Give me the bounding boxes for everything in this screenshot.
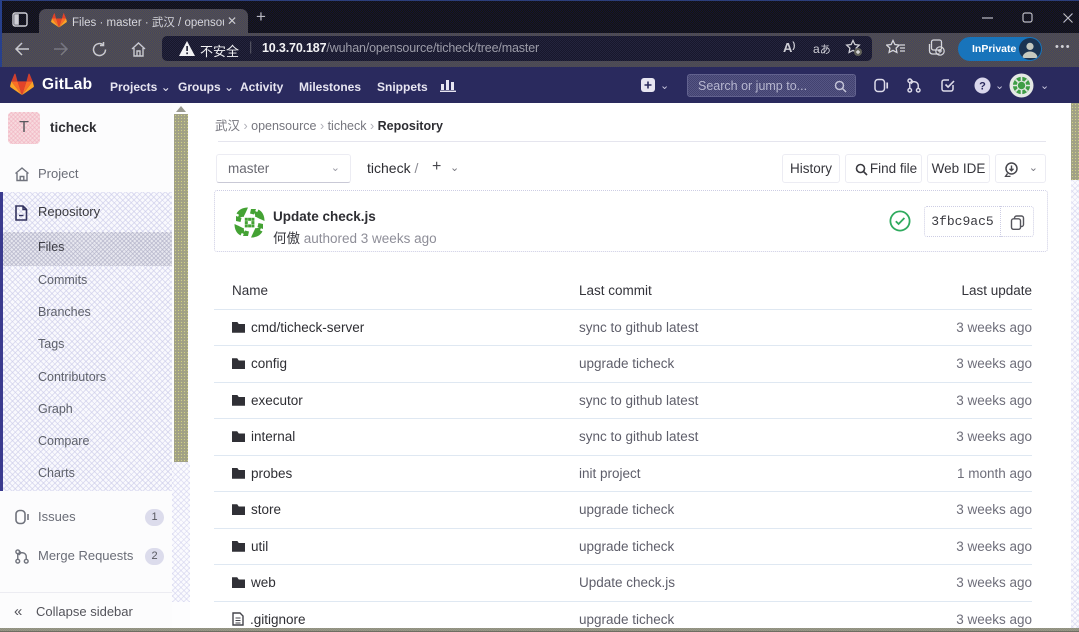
svg-text:?: ?: [979, 81, 986, 93]
